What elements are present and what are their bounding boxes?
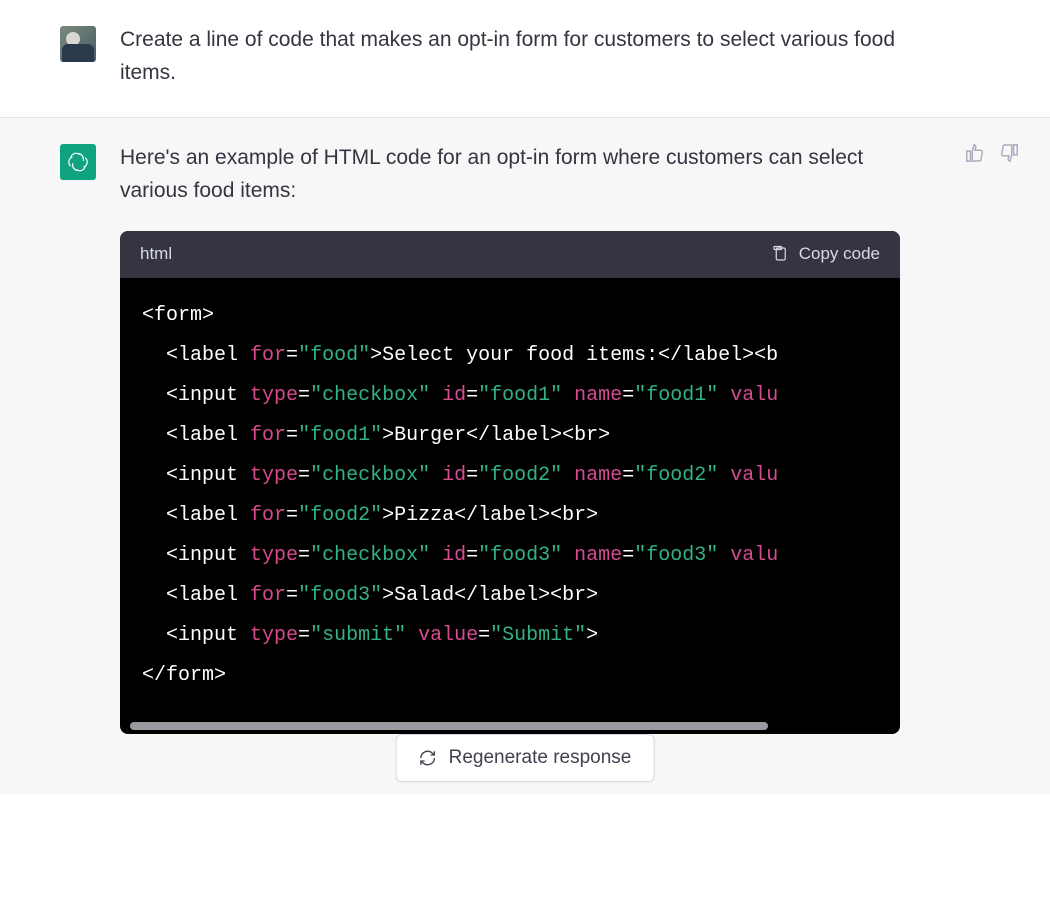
user-avatar	[60, 26, 96, 62]
code-horizontal-scrollbar[interactable]	[120, 722, 900, 734]
code-language-label: html	[140, 241, 172, 267]
assistant-body: Here's an example of HTML code for an op…	[120, 142, 900, 733]
thumbs-up-button[interactable]	[964, 142, 986, 169]
regenerate-response-button[interactable]: Regenerate response	[396, 734, 655, 782]
feedback-buttons	[964, 142, 1020, 169]
thumbs-down-icon	[998, 142, 1020, 164]
assistant-avatar	[60, 144, 96, 180]
thumbs-up-icon	[964, 142, 986, 164]
code-header: html Copy code	[120, 231, 900, 277]
regenerate-icon	[419, 749, 437, 767]
code-content[interactable]: <form> <label for="food">Select your foo…	[120, 278, 900, 728]
regenerate-label: Regenerate response	[449, 747, 632, 769]
user-prompt-text: Create a line of code that makes an opt-…	[120, 24, 900, 89]
copy-code-label: Copy code	[799, 241, 880, 267]
thumbs-down-button[interactable]	[998, 142, 1020, 169]
openai-logo-icon	[66, 150, 90, 174]
scrollbar-thumb[interactable]	[130, 722, 768, 730]
assistant-intro-text: Here's an example of HTML code for an op…	[120, 142, 900, 207]
assistant-message-row: Here's an example of HTML code for an op…	[0, 118, 1050, 793]
clipboard-icon	[771, 245, 789, 263]
copy-code-button[interactable]: Copy code	[771, 241, 880, 267]
code-block: html Copy code <form> <label for="food">…	[120, 231, 900, 733]
user-message-row: Create a line of code that makes an opt-…	[0, 0, 1050, 118]
